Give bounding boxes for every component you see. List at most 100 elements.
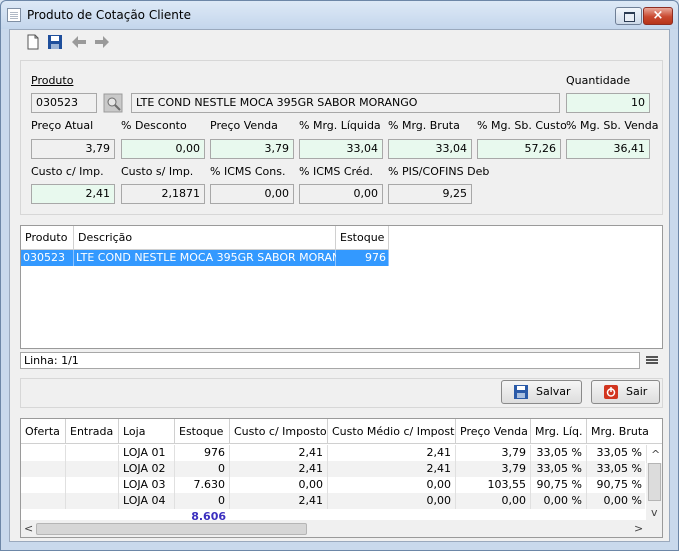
table-row[interactable]: LOJA 04 0 2,41 0,00 0,00 0,00 % 0,00 %	[21, 493, 647, 509]
forward-arrow-icon[interactable]	[94, 34, 110, 50]
custo-c-imp-field[interactable]: 2,41	[31, 184, 115, 204]
save-disk-icon	[514, 385, 528, 399]
save-button[interactable]: Salvar	[501, 380, 582, 404]
cell-entrada	[66, 477, 119, 493]
menu-lines-icon[interactable]	[646, 355, 658, 365]
new-document-icon[interactable]	[25, 34, 41, 50]
scroll-left-icon[interactable]: <	[24, 523, 33, 535]
mrg-bruta-label: % Mrg. Bruta	[388, 119, 460, 132]
cell-custo: 2,41	[230, 461, 328, 477]
window-title: Produto de Cotação Cliente	[27, 8, 191, 22]
cell-oferta	[21, 477, 66, 493]
search-lookup-icon[interactable]	[103, 93, 123, 113]
table-row[interactable]: LOJA 03 7.630 0,00 0,00 103,55 90,75 % 9…	[21, 477, 647, 493]
exit-button-label: Sair	[626, 385, 648, 398]
quantidade-label: Quantidade	[566, 74, 631, 87]
quantidade-field[interactable]: 10	[566, 93, 650, 113]
cell-mrg-bruta: 33,05 %	[587, 445, 647, 461]
cell-preco-venda: 3,79	[456, 445, 531, 461]
cell-entrada	[66, 461, 119, 477]
custo-s-imp-label: Custo s/ Imp.	[121, 165, 194, 178]
cell-mrg-liq: 90,75 %	[531, 477, 587, 493]
col-header-loja[interactable]: Loja	[119, 419, 175, 444]
title-bar[interactable]: Produto de Cotação Cliente ×	[1, 1, 678, 29]
preco-atual-field[interactable]: 3,79	[31, 139, 115, 159]
cell-custo-medio: 2,41	[328, 461, 456, 477]
desconto-label: % Desconto	[121, 119, 187, 132]
cell-loja: LOJA 04	[119, 493, 175, 509]
horizontal-scroll-thumb[interactable]	[36, 523, 307, 535]
cell-loja: LOJA 01	[119, 445, 175, 461]
cell-oferta	[21, 461, 66, 477]
cell-custo-medio: 0,00	[328, 493, 456, 509]
cell-oferta	[21, 493, 66, 509]
cell-loja: LOJA 02	[119, 461, 175, 477]
cell-mrg-bruta: 90,75 %	[587, 477, 647, 493]
pis-cofins-field[interactable]: 9,25	[388, 184, 472, 204]
cell-entrada	[66, 493, 119, 509]
table-row[interactable]: LOJA 01 976 2,41 2,41 3,79 33,05 % 33,05…	[21, 445, 647, 461]
restore-button[interactable]	[615, 7, 642, 25]
vertical-scroll-thumb[interactable]	[648, 463, 661, 501]
col-header-oferta[interactable]: Oferta	[21, 419, 66, 444]
mrg-liquida-field[interactable]: 33,04	[299, 139, 383, 159]
preco-venda-label: Preço Venda	[210, 119, 278, 132]
produto-description-field[interactable]: LTE COND NESTLE MOCA 395GR SABOR MORANGO	[131, 93, 560, 113]
col-header-custo-c-imposto[interactable]: Custo c/ Imposto	[230, 419, 328, 444]
product-grid[interactable]: Produto Descrição Estoque 030523 LTE CON…	[20, 225, 663, 349]
icms-cons-label: % ICMS Cons.	[210, 165, 286, 178]
cell-estoque: 976	[175, 445, 230, 461]
scroll-right-icon[interactable]: >	[634, 523, 643, 535]
store-grid[interactable]: Oferta Entrada Loja Estoque Custo c/ Imp…	[20, 418, 663, 538]
close-button[interactable]: ×	[643, 7, 673, 25]
back-arrow-icon[interactable]	[71, 34, 87, 50]
col-header-mrg-liq[interactable]: Mrg. Líq.	[531, 419, 587, 444]
col-header-entrada[interactable]: Entrada	[66, 419, 119, 444]
product-row-estoque[interactable]: 976	[336, 250, 389, 266]
produto-label: Produto	[31, 74, 74, 87]
desconto-field[interactable]: 0,00	[121, 139, 205, 159]
exit-icon	[604, 385, 618, 399]
scroll-up-icon[interactable]: ^	[651, 449, 660, 461]
col-header-mrg-bruta[interactable]: Mrg. Bruta	[587, 419, 662, 444]
product-row-description[interactable]: LTE COND NESTLE MOCA 395GR SABOR MORANGO	[74, 250, 357, 266]
cell-mrg-liq: 33,05 %	[531, 445, 587, 461]
mg-sb-venda-label: % Mg. Sb. Venda	[566, 119, 659, 132]
cell-custo: 2,41	[230, 445, 328, 461]
col-header-descricao[interactable]: Descrição	[74, 226, 336, 250]
preco-venda-field[interactable]: 3,79	[210, 139, 294, 159]
cell-mrg-liq: 0,00 %	[531, 493, 587, 509]
mrg-liquida-label: % Mrg. Líquida	[299, 119, 381, 132]
preco-atual-label: Preço Atual	[31, 119, 94, 132]
col-header-estoque[interactable]: Estoque	[175, 419, 230, 444]
cell-mrg-bruta: 0,00 %	[587, 493, 647, 509]
pis-cofins-label: % PIS/COFINS Deb	[388, 165, 490, 178]
mrg-bruta-field[interactable]: 33,04	[388, 139, 472, 159]
col-header-produto[interactable]: Produto	[21, 226, 74, 250]
mg-sb-custo-label: % Mg. Sb. Custo	[477, 119, 567, 132]
icms-cred-field[interactable]: 0,00	[299, 184, 383, 204]
cell-loja: LOJA 03	[119, 477, 175, 493]
custo-s-imp-field[interactable]: 2,1871	[121, 184, 205, 204]
window: Produto de Cotação Cliente × Produto Qua…	[0, 0, 679, 551]
product-row-code[interactable]: 030523	[21, 250, 74, 266]
cell-custo-medio: 0,00	[328, 477, 456, 493]
client-area: Produto Quantidade 030523 LTE COND NESTL…	[9, 29, 670, 542]
cell-mrg-bruta: 33,05 %	[587, 461, 647, 477]
col-header-estoque[interactable]: Estoque	[336, 226, 389, 250]
cell-preco-venda: 103,55	[456, 477, 531, 493]
product-form-panel: Produto Quantidade 030523 LTE COND NESTL…	[20, 60, 663, 215]
table-row[interactable]: LOJA 02 0 2,41 2,41 3,79 33,05 % 33,05 %	[21, 461, 647, 477]
col-header-custo-medio[interactable]: Custo Médio c/ Imposto	[328, 419, 456, 444]
exit-button[interactable]: Sair	[591, 380, 660, 404]
save-button-label: Salvar	[536, 385, 571, 398]
mg-sb-venda-field[interactable]: 36,41	[566, 139, 650, 159]
icms-cons-field[interactable]: 0,00	[210, 184, 294, 204]
produto-code-field[interactable]: 030523	[31, 93, 97, 113]
scroll-down-icon[interactable]: v	[651, 507, 658, 519]
cell-custo-medio: 2,41	[328, 445, 456, 461]
mg-sb-custo-field[interactable]: 57,26	[477, 139, 561, 159]
save-disk-icon[interactable]	[47, 34, 63, 50]
col-header-preco-venda[interactable]: Preço Venda	[456, 419, 531, 444]
cell-estoque: 7.630	[175, 477, 230, 493]
